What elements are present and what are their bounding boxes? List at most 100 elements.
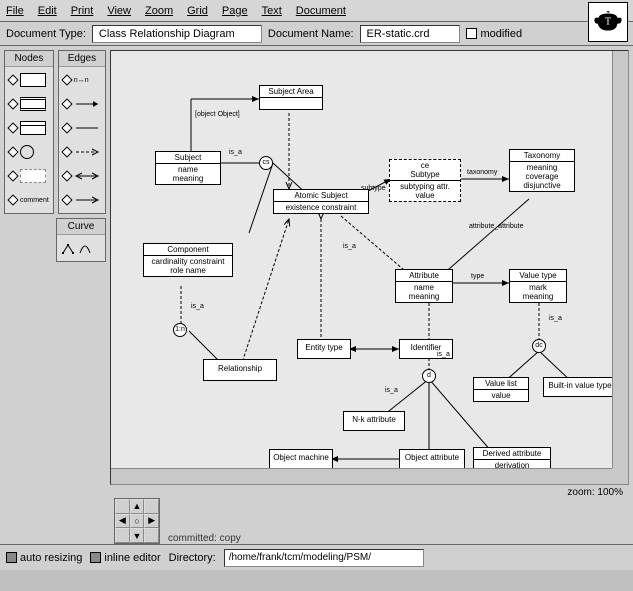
node-tool-comment[interactable]: comment	[7, 189, 51, 211]
nav-right[interactable]: ▶	[144, 514, 159, 529]
edge-tool-3[interactable]	[61, 117, 103, 139]
edge-tool-4[interactable]	[61, 141, 103, 163]
label-parent: [object Object]	[195, 111, 240, 118]
palette-curve-title: Curve	[57, 219, 105, 235]
label-isa5: is_a	[385, 387, 398, 394]
node-valuelist[interactable]: Value listvalue	[473, 377, 529, 402]
node-subtype[interactable]: ceSubtypesubtyping attr. value	[389, 159, 461, 202]
node-subjectarea[interactable]: Subject Area	[259, 85, 323, 110]
canvas-wrap: Subject Area [object Object] Subjectname…	[110, 46, 633, 544]
label-isa3: is_a	[343, 243, 356, 250]
node-tool-5[interactable]	[7, 165, 51, 187]
node-tool-1[interactable]	[7, 69, 51, 91]
node-tool-3[interactable]	[7, 117, 51, 139]
nav-down[interactable]: ▼	[130, 528, 145, 543]
menu-page[interactable]: Page	[222, 5, 248, 17]
palette-nodes: Nodes comment	[4, 50, 54, 214]
nav-up[interactable]: ▲	[130, 499, 145, 514]
scroll-corner	[612, 468, 628, 484]
nav-left[interactable]: ◀	[115, 514, 130, 529]
menu-zoom[interactable]: Zoom	[145, 5, 173, 17]
node-entitytype[interactable]: Entity type	[297, 339, 351, 359]
menu-document[interactable]: Document	[296, 5, 346, 17]
topbar-rect-icon	[20, 121, 46, 135]
dash-arrow-icon	[74, 147, 100, 157]
diamond-icon	[7, 122, 18, 133]
label-subtype: subtype	[361, 185, 386, 192]
node-taxonomy[interactable]: Taxonomymeaningcoveragedisjunctive	[509, 149, 575, 192]
diamond-icon	[61, 194, 72, 205]
curve-icon	[78, 241, 92, 255]
circle-icon	[20, 145, 34, 159]
menu-text[interactable]: Text	[262, 5, 282, 17]
nav-buttons: ▲ ◀ ○ ▶ ▼	[114, 498, 160, 544]
directory-label: Directory:	[169, 552, 216, 564]
palettes: Nodes comment Edges n↔n	[0, 46, 110, 544]
doctype-label: Document Type:	[6, 28, 86, 40]
node-tool-4[interactable]	[7, 141, 51, 163]
menu-print[interactable]: Print	[71, 5, 94, 17]
directory-field[interactable]	[224, 549, 424, 567]
nav-blank	[144, 499, 159, 514]
segment-icon	[61, 241, 75, 255]
commit-status: committed: copy	[164, 531, 241, 544]
zoom-label: zoom: 100%	[110, 485, 629, 498]
double-rect-icon	[20, 97, 46, 111]
modified-checkbox[interactable]: modified	[466, 28, 523, 40]
menu-view[interactable]: View	[107, 5, 131, 17]
junction-cs[interactable]: cs	[259, 156, 273, 170]
diamond-icon	[61, 170, 72, 181]
diagram-surface[interactable]: Subject Area [object Object] Subjectname…	[111, 51, 612, 468]
node-relationship[interactable]: Relationship	[203, 359, 277, 381]
docname-field[interactable]: ER-static.crd	[360, 25, 460, 43]
node-atomicsubject[interactable]: Atomic Subjectexistence constraint	[273, 189, 369, 214]
autoresize-toggle[interactable]: auto resizing	[6, 552, 82, 564]
junction-d[interactable]: d	[422, 369, 436, 383]
palette-nodes-title: Nodes	[5, 51, 53, 67]
bidир-icon	[74, 171, 100, 181]
node-objmachine[interactable]: Object machine	[269, 449, 333, 469]
palette-edges-title: Edges	[59, 51, 105, 67]
node-builtin[interactable]: Built-in value type	[543, 377, 617, 397]
diamond-icon	[7, 146, 18, 157]
docname-label: Document Name:	[268, 28, 354, 40]
junction-dc[interactable]: dc	[532, 339, 546, 353]
curve-tool[interactable]	[59, 237, 103, 259]
status-bar: auto resizing inline editor Directory:	[0, 544, 633, 570]
junction-1n[interactable]: 1:n	[173, 323, 187, 337]
comment-label: comment	[20, 197, 49, 204]
info-bar: Document Type: Class Relationship Diagra…	[0, 22, 633, 46]
diamond-icon	[61, 98, 72, 109]
edge-tool-5[interactable]	[61, 165, 103, 187]
svg-text:T: T	[605, 17, 612, 28]
node-objattr[interactable]: Object attribute	[399, 449, 465, 469]
node-component[interactable]: Componentcardinality constraintrole name	[143, 243, 233, 277]
label-attrattr: attribute_attribute	[469, 223, 523, 230]
node-valuetype[interactable]: Value typemarkmeaning	[509, 269, 567, 303]
edge-tool-2[interactable]	[61, 93, 103, 115]
node-tool-2[interactable]	[7, 93, 51, 115]
canvas[interactable]: Subject Area [object Object] Subjectname…	[110, 50, 629, 485]
doctype-field: Class Relationship Diagram	[92, 25, 262, 43]
nav-center[interactable]: ○	[130, 514, 145, 529]
diamond-icon	[61, 146, 72, 157]
arrow-up-icon	[74, 99, 100, 109]
label-isa4: is_a	[437, 351, 450, 358]
nav-blank	[144, 528, 159, 543]
node-attribute[interactable]: Attributenamemeaning	[395, 269, 453, 303]
horizontal-scrollbar[interactable]	[111, 468, 612, 484]
vertical-scrollbar[interactable]	[612, 51, 628, 468]
inlineeditor-toggle[interactable]: inline editor	[90, 552, 160, 564]
menu-edit[interactable]: Edit	[38, 5, 57, 17]
menu-grid[interactable]: Grid	[187, 5, 208, 17]
edge-tool-1[interactable]: n↔n	[61, 69, 103, 91]
node-nkattr[interactable]: N-k attribute	[343, 411, 405, 431]
menu-file[interactable]: File	[6, 5, 24, 17]
menu-bar: File Edit Print View Zoom Grid Page Text…	[0, 0, 633, 22]
diamond-icon	[61, 74, 72, 85]
edge-tool-6[interactable]	[61, 189, 103, 211]
node-subject[interactable]: Subjectnamemeaning	[155, 151, 221, 185]
nav-blank	[115, 528, 130, 543]
nav-blank	[115, 499, 130, 514]
diamond-icon	[7, 194, 18, 205]
